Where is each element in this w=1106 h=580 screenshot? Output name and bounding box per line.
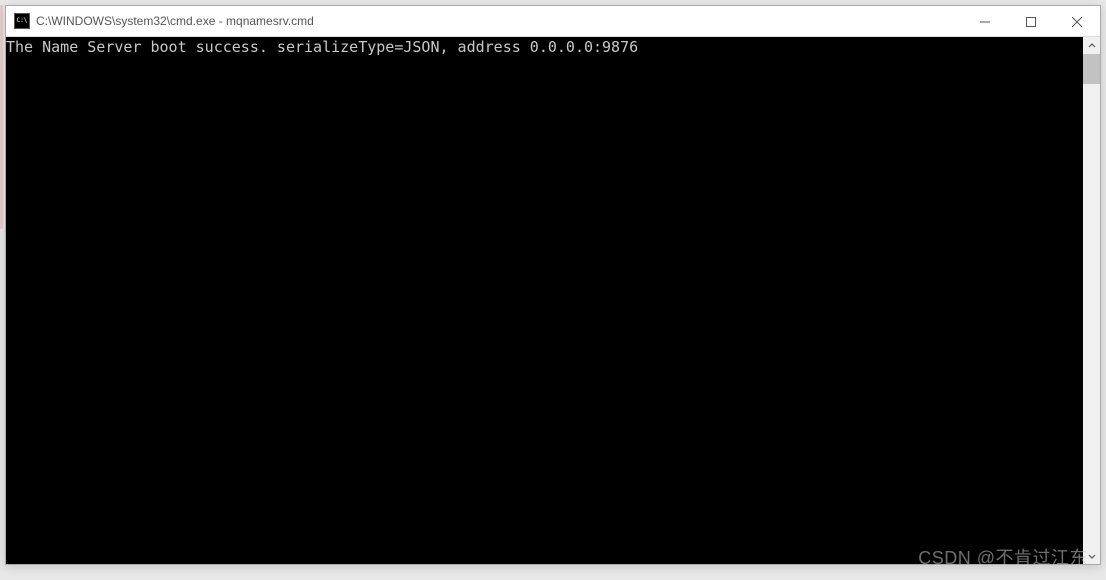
window-controls (962, 6, 1100, 36)
close-icon (1072, 17, 1082, 27)
scroll-track[interactable] (1083, 54, 1100, 547)
cmd-window: C:\WINDOWS\system32\cmd.exe - mqnamesrv.… (5, 5, 1101, 565)
window-title: C:\WINDOWS\system32\cmd.exe - mqnamesrv.… (36, 14, 962, 28)
chevron-up-icon (1088, 42, 1096, 50)
maximize-icon (1026, 17, 1036, 27)
minimize-button[interactable] (962, 6, 1008, 37)
maximize-button[interactable] (1008, 6, 1054, 37)
minimize-icon (980, 17, 990, 27)
close-button[interactable] (1054, 6, 1100, 37)
edge-artifact (0, 5, 3, 565)
terminal-output[interactable]: The Name Server boot success. serializeT… (6, 37, 1083, 564)
client-area: The Name Server boot success. serializeT… (6, 37, 1100, 564)
scroll-up-arrow[interactable] (1083, 37, 1100, 54)
cmd-icon (14, 13, 30, 29)
scroll-thumb[interactable] (1083, 54, 1100, 84)
vertical-scrollbar[interactable] (1083, 37, 1100, 564)
scroll-down-arrow[interactable] (1083, 547, 1100, 564)
titlebar[interactable]: C:\WINDOWS\system32\cmd.exe - mqnamesrv.… (6, 6, 1100, 37)
chevron-down-icon (1088, 552, 1096, 560)
